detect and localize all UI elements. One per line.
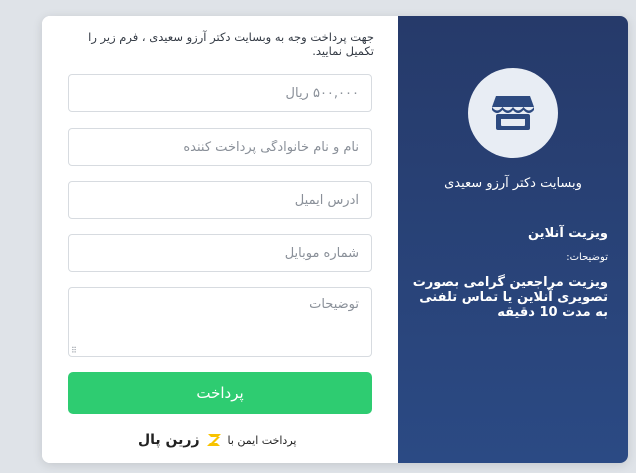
merchant-avatar bbox=[468, 68, 558, 158]
store-icon bbox=[492, 96, 534, 130]
description-label: توضیحات: bbox=[566, 252, 608, 263]
intro-text: جهت پرداخت وجه به وبسایت دکتر آرزو سعیدی… bbox=[88, 30, 374, 58]
merchant-info-panel: وبسایت دکتر آرزو سعیدی ویزیت آنلاین توضی… bbox=[398, 16, 628, 463]
mobile-field[interactable] bbox=[68, 234, 372, 272]
product-description: ویزیت مراجعین گرامی بصورت تصویری آنلاین … bbox=[412, 275, 608, 320]
merchant-name: وبسایت دکتر آرزو سعیدی bbox=[444, 176, 582, 191]
product-title: ویزیت آنلاین bbox=[527, 226, 608, 241]
name-field[interactable] bbox=[68, 128, 372, 166]
payment-card: جهت پرداخت وجه به وبسایت دکتر آرزو سعیدی… bbox=[42, 16, 628, 463]
resize-handle-icon[interactable]: ⠿ bbox=[71, 346, 77, 355]
secure-payment-footer: زرین پال پرداخت ایمن با bbox=[138, 430, 296, 450]
pay-button[interactable]: پرداخت bbox=[68, 372, 372, 414]
secure-payment-label: پرداخت ایمن با bbox=[227, 433, 297, 447]
amount-field[interactable] bbox=[68, 74, 372, 112]
payment-form: جهت پرداخت وجه به وبسایت دکتر آرزو سعیدی… bbox=[42, 16, 398, 463]
description-field[interactable] bbox=[68, 287, 372, 357]
zarinpal-brand-text: زرین پال bbox=[138, 432, 200, 448]
zarinpal-logo-icon bbox=[206, 434, 221, 446]
email-field[interactable] bbox=[68, 181, 372, 219]
